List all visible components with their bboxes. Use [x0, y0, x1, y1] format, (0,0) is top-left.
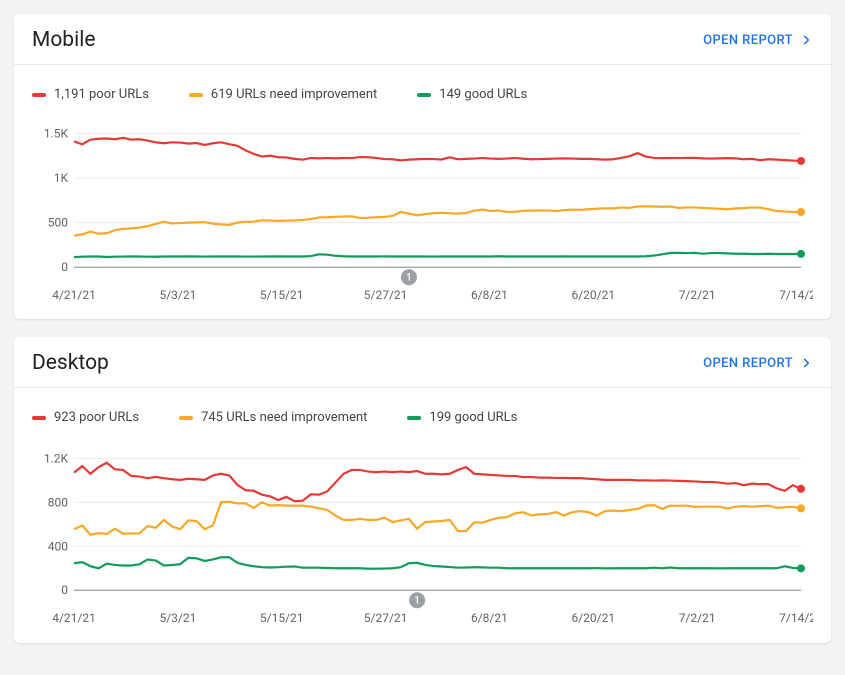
- svg-text:5/3/21: 5/3/21: [159, 611, 196, 625]
- legend-swatch-good: [417, 93, 431, 97]
- mobile-legend: 1,191 poor URLs 619 URLs need improvemen…: [14, 65, 831, 112]
- legend-swatch-good: [407, 416, 421, 420]
- legend-label: 1,191 poor URLs: [54, 87, 149, 102]
- mobile-chart-svg: 0 500 1K 1.5K 4/21/21 5/3/21 5/15/21 5/27/21 6/8…: [32, 112, 813, 307]
- svg-text:7/2/21: 7/2/21: [679, 611, 716, 625]
- legend-swatch-improvement: [189, 93, 203, 97]
- mobile-panel: Mobile OPEN REPORT 1,191 poor URLs 619 U…: [14, 14, 831, 319]
- desktop-title: Desktop: [32, 351, 109, 375]
- desktop-chart: 0 400 800 1.2K 4/21/21 5/3/21 5/15/21 5/27/21 6/…: [14, 435, 831, 642]
- open-report-link-mobile[interactable]: OPEN REPORT: [703, 33, 813, 48]
- mobile-header: Mobile OPEN REPORT: [14, 14, 831, 65]
- mobile-title: Mobile: [32, 28, 95, 52]
- svg-text:1: 1: [406, 273, 412, 284]
- svg-text:5/15/21: 5/15/21: [260, 288, 304, 302]
- svg-text:5/15/21: 5/15/21: [260, 611, 304, 625]
- svg-text:6/8/21: 6/8/21: [471, 611, 508, 625]
- svg-text:1.2K: 1.2K: [44, 452, 69, 466]
- svg-text:5/27/21: 5/27/21: [364, 288, 408, 302]
- svg-text:0: 0: [61, 583, 68, 597]
- svg-text:1.5K: 1.5K: [44, 126, 69, 140]
- legend-item-poor: 923 poor URLs: [32, 410, 139, 425]
- legend-item-improvement: 619 URLs need improvement: [189, 87, 377, 102]
- svg-text:1K: 1K: [54, 171, 69, 185]
- svg-text:7/14/21: 7/14/21: [779, 611, 813, 625]
- desktop-header: Desktop OPEN REPORT: [14, 337, 831, 388]
- svg-text:500: 500: [48, 216, 68, 230]
- svg-text:400: 400: [48, 540, 68, 554]
- legend-swatch-improvement: [179, 416, 193, 420]
- legend-item-good: 149 good URLs: [417, 87, 527, 102]
- chevron-right-icon: [799, 33, 813, 47]
- legend-label: 199 good URLs: [429, 410, 517, 425]
- svg-text:5/3/21: 5/3/21: [159, 288, 196, 302]
- legend-item-improvement: 745 URLs need improvement: [179, 410, 367, 425]
- svg-text:6/20/21: 6/20/21: [571, 288, 615, 302]
- legend-label: 149 good URLs: [439, 87, 527, 102]
- desktop-legend: 923 poor URLs 745 URLs need improvement …: [14, 388, 831, 435]
- svg-text:0: 0: [61, 260, 68, 274]
- open-report-link-desktop[interactable]: OPEN REPORT: [703, 356, 813, 371]
- svg-text:1: 1: [414, 596, 420, 607]
- legend-label: 619 URLs need improvement: [211, 87, 377, 102]
- svg-text:7/2/21: 7/2/21: [679, 288, 716, 302]
- svg-text:6/20/21: 6/20/21: [571, 611, 615, 625]
- open-report-label: OPEN REPORT: [703, 33, 793, 48]
- desktop-chart-svg: 0 400 800 1.2K 4/21/21 5/3/21 5/15/21 5/27/21 6/…: [32, 435, 813, 630]
- svg-text:4/21/21: 4/21/21: [52, 611, 96, 625]
- legend-item-poor: 1,191 poor URLs: [32, 87, 149, 102]
- legend-label: 923 poor URLs: [54, 410, 139, 425]
- svg-text:800: 800: [48, 496, 68, 510]
- svg-text:4/21/21: 4/21/21: [52, 288, 96, 302]
- mobile-chart: 0 500 1K 1.5K 4/21/21 5/3/21 5/15/21 5/27/21 6/8…: [14, 112, 831, 319]
- open-report-label: OPEN REPORT: [703, 356, 793, 371]
- svg-text:6/8/21: 6/8/21: [471, 288, 508, 302]
- chevron-right-icon: [799, 356, 813, 370]
- legend-label: 745 URLs need improvement: [201, 410, 367, 425]
- legend-swatch-poor: [32, 93, 46, 97]
- svg-text:7/14/21: 7/14/21: [779, 288, 813, 302]
- desktop-panel: Desktop OPEN REPORT 923 poor URLs 745 UR…: [14, 337, 831, 642]
- legend-swatch-poor: [32, 416, 46, 420]
- svg-text:5/27/21: 5/27/21: [364, 611, 408, 625]
- legend-item-good: 199 good URLs: [407, 410, 517, 425]
